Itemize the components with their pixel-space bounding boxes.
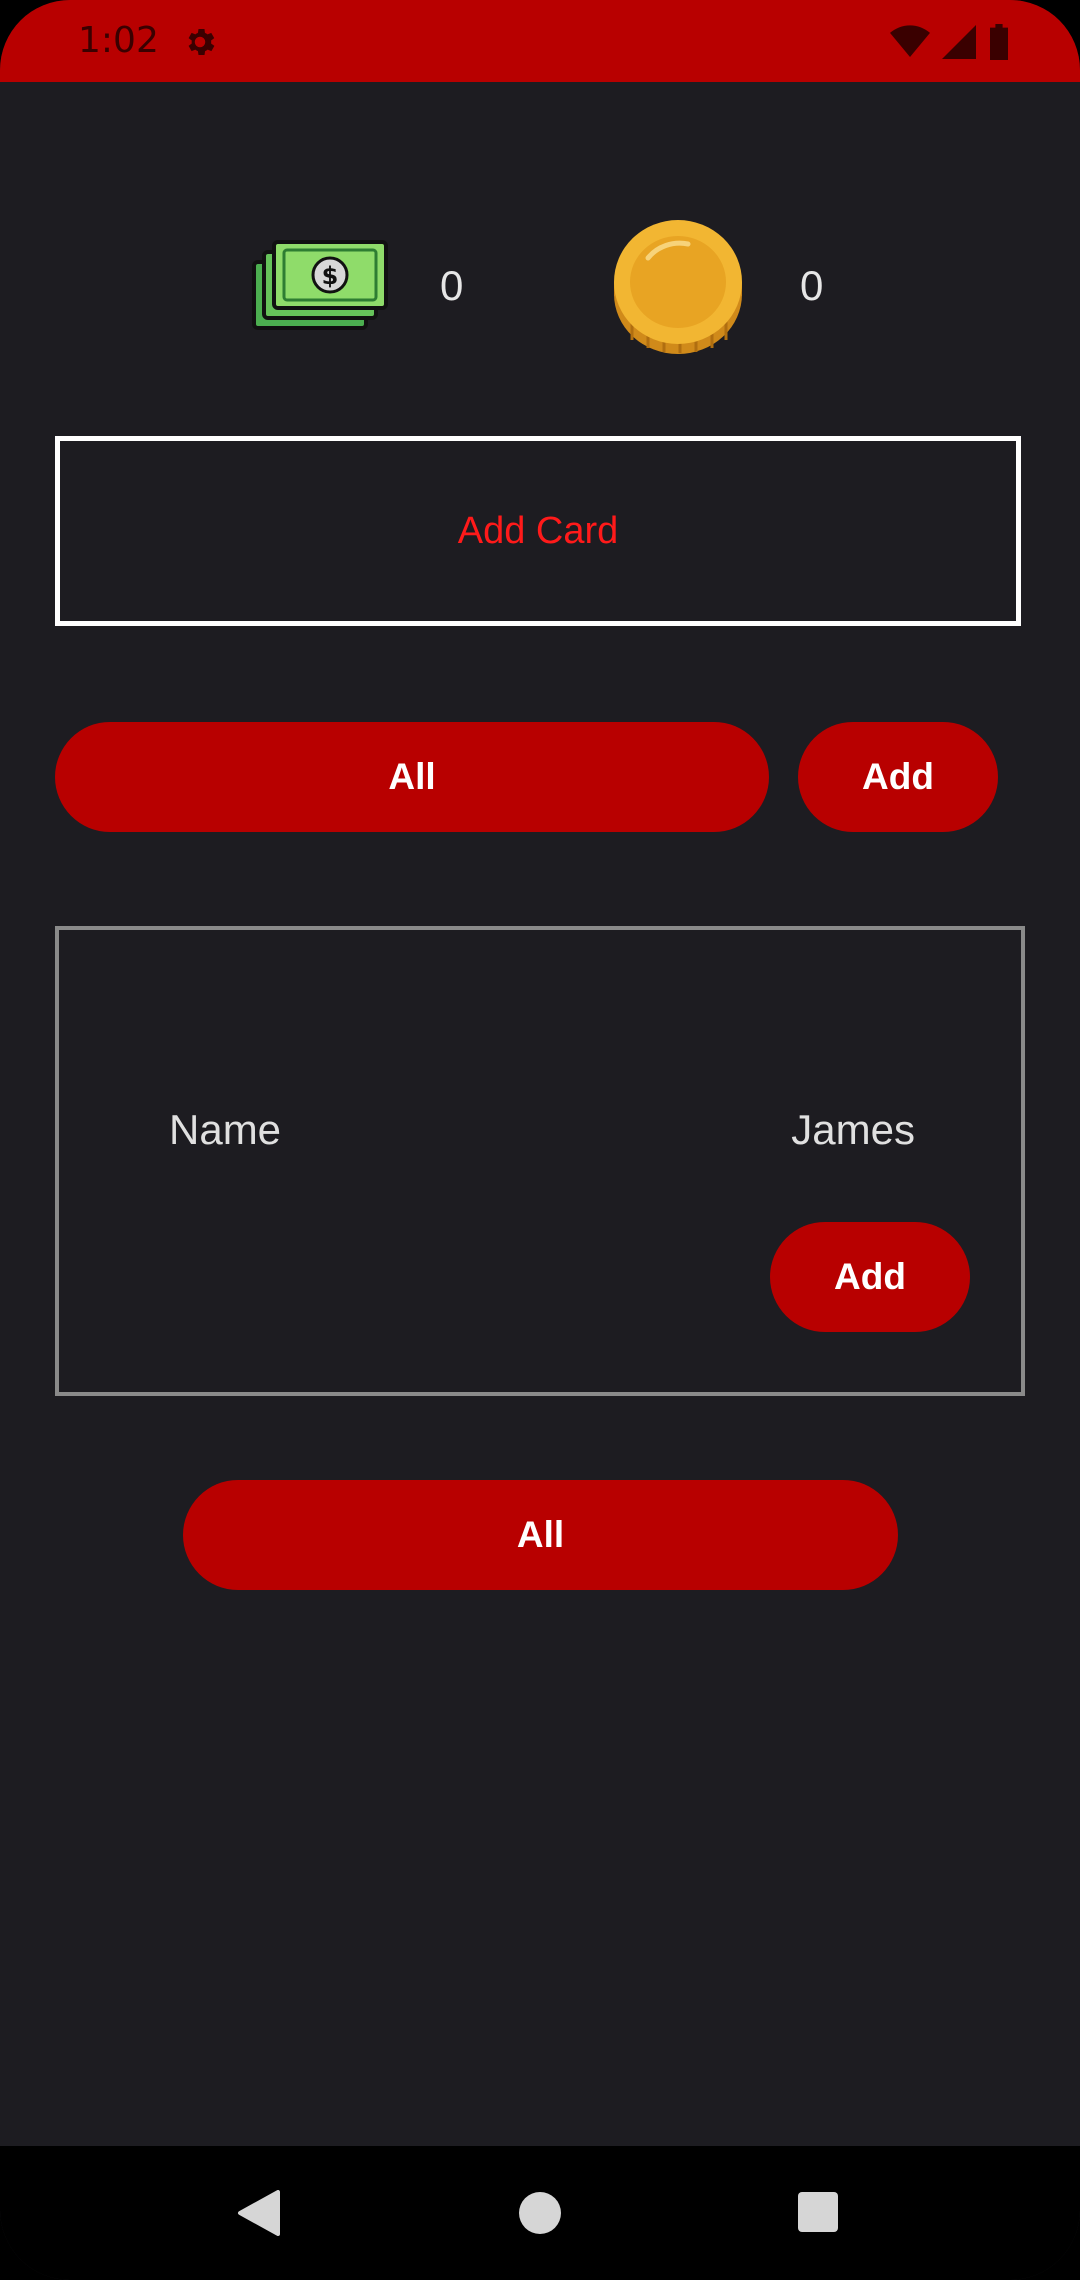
add-button-top[interactable]: Add: [798, 722, 998, 832]
battery-icon: [990, 24, 1008, 60]
gear-icon: [188, 28, 215, 56]
all-button-bottom[interactable]: All: [183, 1480, 898, 1590]
svg-text:$: $: [322, 262, 339, 290]
name-label: Name: [169, 1106, 282, 1153]
add-card-button[interactable]: Add Card: [55, 436, 1021, 626]
app-screen: 1:02 $ 0 0 Add Card All Add Name James A…: [0, 0, 1080, 2280]
cash-icon: $: [252, 240, 388, 330]
status-bar: 1:02: [0, 0, 1080, 82]
name-value: James: [791, 1106, 915, 1153]
recents-icon[interactable]: [798, 2192, 838, 2232]
back-icon[interactable]: [236, 2190, 280, 2236]
status-time: 1:02: [78, 20, 159, 61]
home-icon[interactable]: [519, 2192, 561, 2234]
navigation-bar: [0, 2146, 1080, 2280]
all-button-top[interactable]: All: [55, 722, 769, 832]
record-card: Name James Add: [55, 926, 1025, 1396]
signal-icon: [942, 25, 976, 59]
cash-count: 0: [440, 262, 464, 309]
coin-count: 0: [800, 262, 824, 309]
coin-icon: [614, 220, 742, 354]
add-record-button[interactable]: Add: [770, 1222, 970, 1332]
status-icons: [890, 24, 1010, 60]
wifi-icon: [890, 25, 930, 57]
add-card-label: Add Card: [457, 509, 619, 552]
